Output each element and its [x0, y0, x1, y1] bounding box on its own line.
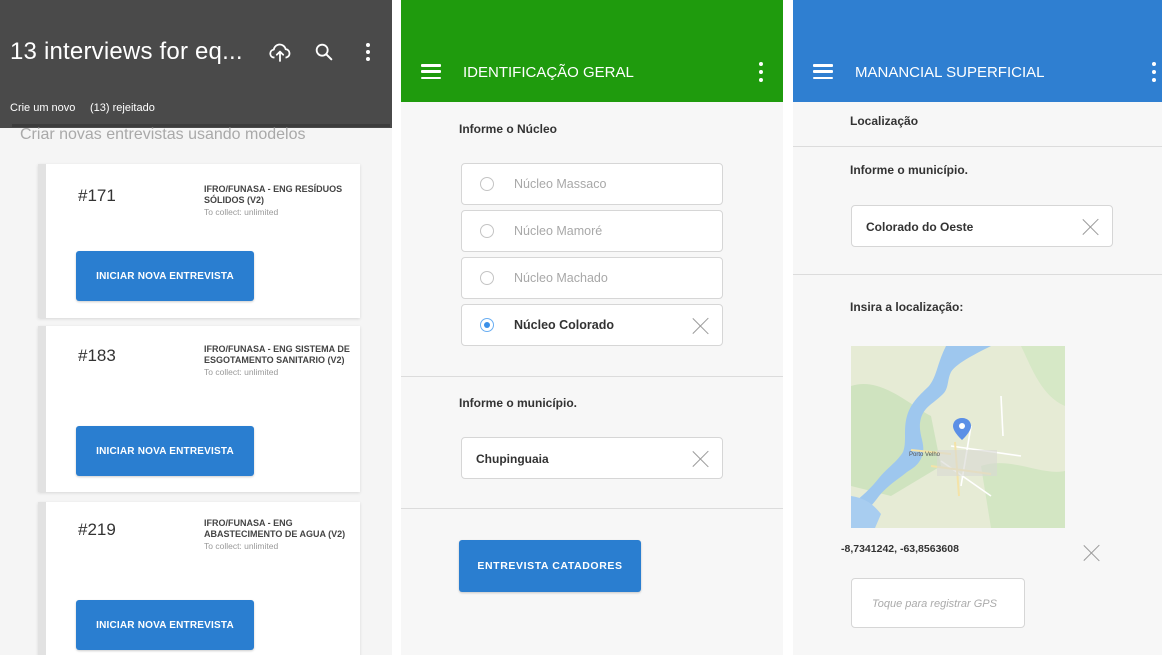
radio-button[interactable]: [480, 177, 494, 191]
app-title: 13 interviews for eq...: [10, 38, 243, 65]
municipio-field[interactable]: Colorado do Oeste: [851, 205, 1113, 247]
question-municipio-label: Informe o município.: [459, 396, 578, 410]
app-bar: 13 interviews for eq... Crie um novo (13…: [0, 0, 392, 128]
interview-collectors-button[interactable]: ENTREVISTA CATADORES: [459, 540, 641, 592]
general-identification-panel: IDENTIFICAÇÃO GERAL Informe o Núcleo Núc…: [401, 0, 783, 655]
section-location-label: Localização: [850, 114, 919, 128]
collect-limit: To collect: unlimited: [204, 367, 279, 377]
tab-rejected[interactable]: (13) rejeitado: [90, 102, 155, 114]
form-card: #219 IFRO/FUNASA - ENG ABASTECIMENTO DE …: [38, 502, 360, 655]
radio-button-selected[interactable]: [480, 318, 494, 332]
radio-button[interactable]: [480, 224, 494, 238]
interviews-panel: 13 interviews for eq... Crie um novo (13…: [0, 0, 392, 655]
question-municipio-label: Informe o município.: [850, 163, 969, 177]
option-label: Núcleo Colorado: [514, 318, 615, 332]
start-interview-button[interactable]: INICIAR NOVA ENTREVISTA: [76, 600, 254, 650]
form-number: #183: [78, 346, 116, 365]
map-image: Porto Velho: [851, 346, 1065, 528]
clear-icon[interactable]: [692, 450, 710, 468]
app-bar: MANANCIAL SUPERFICIAL: [793, 0, 1162, 102]
form-number: #219: [78, 520, 116, 539]
municipio-field[interactable]: Chupinguaia: [461, 437, 723, 479]
divider: [401, 508, 783, 509]
location-map[interactable]: Porto Velho: [851, 346, 1065, 528]
clear-icon[interactable]: [1083, 544, 1101, 562]
radio-option-mamore[interactable]: Núcleo Mamoré: [461, 210, 723, 252]
tab-create-new[interactable]: Crie um novo: [10, 102, 75, 114]
radio-button[interactable]: [480, 271, 494, 285]
tab-bar: Crie um novo (13) rejeitado: [0, 98, 392, 128]
divider: [401, 376, 783, 377]
form-title-text: IFRO/FUNASA - ENG ABASTECIMENTO DE AGUA …: [204, 518, 346, 539]
form-title-text: IFRO/FUNASA - ENG RESÍDUOS SÓLIDOS (v2): [204, 184, 343, 205]
gps-coordinates: -8,7341242, -63,8563608: [841, 543, 959, 555]
page-title: IDENTIFICAÇÃO GERAL: [463, 64, 634, 81]
menu-icon[interactable]: [813, 64, 833, 79]
menu-icon[interactable]: [421, 64, 441, 79]
map-place-label: Porto Velho: [909, 452, 941, 458]
more-vert-icon[interactable]: [354, 38, 382, 66]
radio-option-massaco[interactable]: Núcleo Massaco: [461, 163, 723, 205]
clear-icon[interactable]: [1082, 218, 1100, 236]
municipio-value: Chupinguaia: [476, 452, 549, 466]
option-label: Núcleo Mamoré: [514, 224, 603, 238]
divider: [793, 146, 1162, 147]
start-interview-button[interactable]: INICIAR NOVA ENTREVISTA: [76, 251, 254, 301]
cloud-upload-icon[interactable]: [266, 38, 294, 66]
form-title: IFRO/FUNASA - ENG RESÍDUOS SÓLIDOS (v2) …: [204, 184, 354, 218]
form-number: #171: [78, 186, 116, 205]
section-subheading: Criar novas entrevistas usando modelos: [20, 126, 306, 143]
search-icon[interactable]: [310, 38, 338, 66]
surface-water-source-panel: MANANCIAL SUPERFICIAL Localização Inform…: [793, 0, 1162, 655]
record-gps-button[interactable]: Toque para registrar GPS: [851, 578, 1025, 628]
radio-option-machado[interactable]: Núcleo Machado: [461, 257, 723, 299]
radio-option-colorado[interactable]: Núcleo Colorado: [461, 304, 723, 346]
divider: [793, 274, 1162, 275]
gps-placeholder: Toque para registrar GPS: [872, 598, 997, 610]
form-card: #171 IFRO/FUNASA - ENG RESÍDUOS SÓLIDOS …: [38, 164, 360, 318]
form-card: #183 IFRO/FUNASA - ENG SISTEMA DE ESGOTA…: [38, 326, 360, 492]
option-label: Núcleo Machado: [514, 271, 608, 285]
collect-limit: To collect: unlimited: [204, 541, 279, 551]
form-title: IFRO/FUNASA - ENG SISTEMA DE ESGOTAMENTO…: [204, 344, 354, 378]
more-vert-icon[interactable]: [1151, 62, 1157, 82]
clear-icon[interactable]: [692, 317, 710, 335]
collect-limit: To collect: unlimited: [204, 207, 279, 217]
page-title: MANANCIAL SUPERFICIAL: [855, 64, 1045, 81]
start-interview-button[interactable]: INICIAR NOVA ENTREVISTA: [76, 426, 254, 476]
more-vert-icon[interactable]: [758, 62, 764, 82]
municipio-value: Colorado do Oeste: [866, 220, 974, 234]
option-label: Núcleo Massaco: [514, 177, 607, 191]
app-bar: IDENTIFICAÇÃO GERAL: [401, 0, 783, 102]
form-title-text: IFRO/FUNASA - ENG SISTEMA DE ESGOTAMENTO…: [204, 344, 350, 365]
question-location-label: Insira a localização:: [850, 300, 964, 314]
question-nucleo-label: Informe o Núcleo: [459, 122, 558, 136]
form-title: IFRO/FUNASA - ENG ABASTECIMENTO DE AGUA …: [204, 518, 354, 552]
